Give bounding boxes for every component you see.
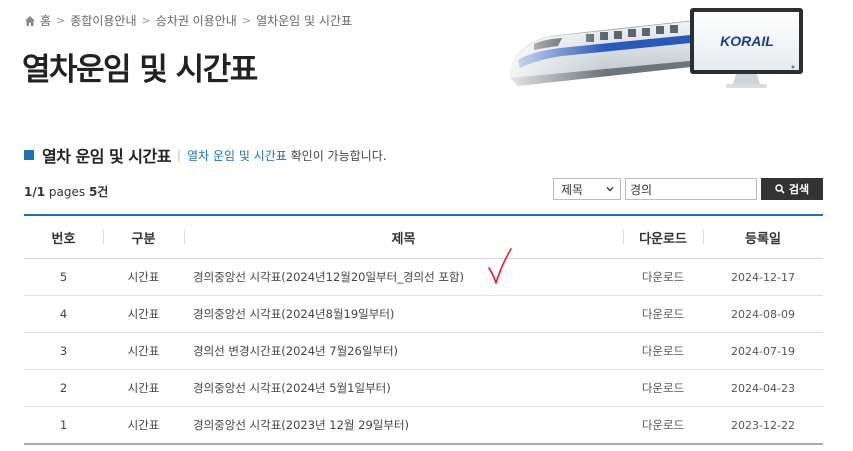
download-link[interactable]: 다운로드: [623, 417, 703, 433]
breadcrumb-separator-icon: >: [241, 14, 252, 27]
column-header-date: 등록일: [703, 228, 823, 247]
download-link[interactable]: 다운로드: [623, 343, 703, 359]
section-description-rest: 확인이 가능합니다.: [286, 148, 387, 163]
table-row: 4 시간표 경의중앙선 시각표(2024년8월19일부터) 다운로드 2024-…: [24, 296, 823, 333]
page-title: 열차운임 및 시간표: [22, 52, 258, 88]
total-count: 5건: [88, 185, 109, 199]
section-divider: |: [176, 148, 182, 162]
search-input[interactable]: [625, 178, 757, 200]
row-type: 시간표: [127, 381, 160, 395]
table-header: 번호 구분 제목 다운로드 등록일: [24, 214, 823, 259]
timetable-list: 번호 구분 제목 다운로드 등록일 5 시간표 경의중앙선 시각표(2024년1…: [24, 214, 823, 445]
row-date: 2024-07-19: [731, 344, 795, 358]
ktx-train-illustration: [500, 8, 710, 90]
row-date: 2023-12-22: [731, 418, 795, 432]
row-title-link[interactable]: 경의중앙선 시각표(2023년 12월 29일부터): [184, 417, 623, 433]
column-header-download: 다운로드: [623, 228, 703, 247]
row-date: 2024-04-23: [731, 381, 795, 395]
column-header-number: 번호: [51, 231, 76, 247]
search-button[interactable]: 검색: [761, 178, 823, 200]
table-row: 2 시간표 경의중앙선 시각표(2024년 5월1일부터) 다운로드 2024-…: [24, 370, 823, 407]
breadcrumb-item-ticket[interactable]: 승차권 이용안내: [156, 12, 237, 29]
row-type: 시간표: [127, 418, 160, 432]
row-title-link[interactable]: 경의선 변경시간표(2024년 7월26일부터): [184, 343, 623, 359]
pages-label: pages: [45, 185, 89, 199]
search-field-selected: 제목: [561, 182, 584, 197]
download-link[interactable]: 다운로드: [623, 380, 703, 396]
download-link[interactable]: 다운로드: [623, 306, 703, 322]
breadcrumb-home[interactable]: 홈: [40, 12, 51, 29]
breadcrumb-separator-icon: >: [141, 14, 151, 27]
row-type: 시간표: [127, 270, 160, 284]
row-number: 2: [59, 381, 68, 395]
breadcrumb-separator-icon: >: [56, 14, 66, 27]
search-field-select[interactable]: 제목: [553, 178, 621, 200]
page-indicator: 1/1: [24, 185, 46, 199]
row-number: 1: [59, 418, 68, 432]
download-link[interactable]: 다운로드: [623, 269, 703, 285]
home-icon[interactable]: [24, 15, 36, 27]
row-number: 4: [59, 307, 68, 321]
breadcrumb-item-guide[interactable]: 종합이용안내: [70, 12, 136, 29]
table-row: 3 시간표 경의선 변경시간표(2024년 7월26일부터) 다운로드 2024…: [24, 333, 823, 370]
search-icon: [775, 184, 785, 194]
breadcrumb-item-fare[interactable]: 열차운임 및 시간표: [256, 12, 352, 29]
section-title: 열차 운임 및 시간표: [42, 147, 171, 166]
table-row: 5 시간표 경의중앙선 시각표(2024년12월20일부터_경의선 포함) 다운…: [24, 259, 823, 296]
listing-count: 1/1 pages 5건: [24, 183, 108, 200]
row-number: 3: [59, 344, 68, 358]
row-type: 시간표: [127, 344, 160, 358]
column-header-type: 구분: [103, 228, 184, 247]
row-date: 2024-12-17: [731, 270, 795, 284]
section-bullet-icon: [24, 150, 34, 160]
column-header-title: 제목: [184, 228, 623, 247]
checkmark-annotation-icon: [488, 248, 512, 284]
section-header: 열차 운임 및 시간표 | 열차 운임 및 시간표 확인이 가능합니다.: [24, 143, 387, 167]
table-row: 1 시간표 경의중앙선 시각표(2023년 12월 29일부터) 다운로드 20…: [24, 407, 823, 445]
row-date: 2024-08-09: [731, 307, 795, 321]
search-button-label: 검색: [788, 184, 810, 196]
section-description-highlight: 열차 운임 및 시간표: [187, 148, 287, 163]
row-number: 5: [59, 270, 68, 284]
row-type: 시간표: [127, 307, 160, 321]
korail-monitor-illustration: KORAIL: [690, 8, 803, 88]
chevron-down-icon: [606, 187, 614, 192]
breadcrumb: 홈 > 종합이용안내 > 승차권 이용안내 > 열차운임 및 시간표: [24, 12, 352, 29]
row-title-link[interactable]: 경의중앙선 시각표(2024년 5월1일부터): [184, 380, 623, 396]
korail-logo: KORAIL: [720, 33, 774, 49]
section-description: 열차 운임 및 시간표 확인이 가능합니다.: [187, 147, 387, 164]
row-title-link[interactable]: 경의중앙선 시각표(2024년8월19일부터): [184, 306, 623, 322]
row-title-link[interactable]: 경의중앙선 시각표(2024년12월20일부터_경의선 포함): [184, 269, 623, 285]
